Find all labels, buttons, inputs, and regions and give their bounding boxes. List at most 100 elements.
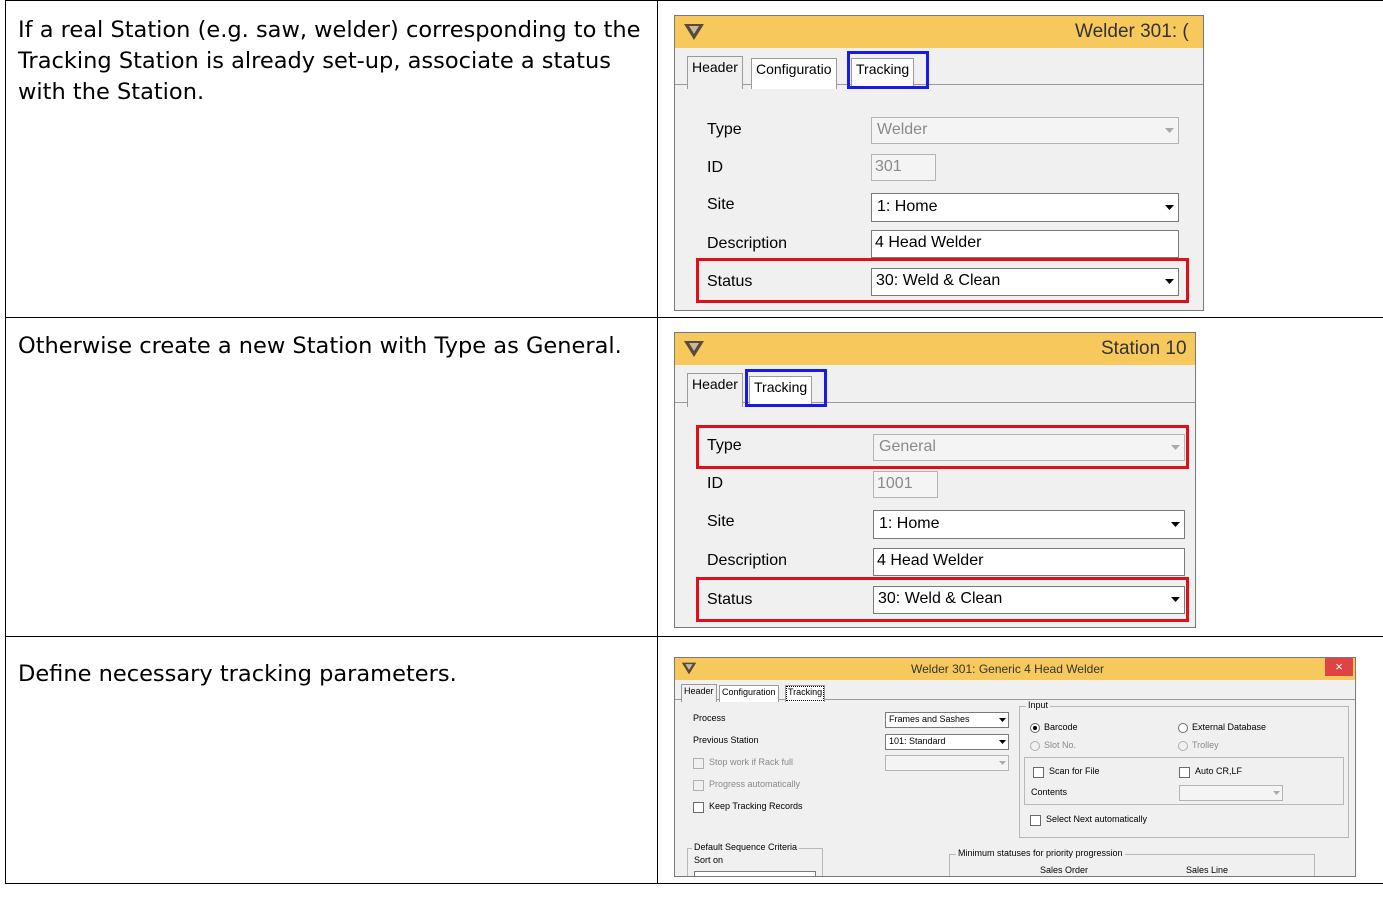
- id-label: ID: [707, 475, 723, 492]
- chevron-down-icon[interactable]: [1166, 511, 1184, 538]
- slot-no-radio[interactable]: [1030, 741, 1040, 751]
- app-logo-icon: [683, 22, 705, 47]
- tab-configuration[interactable]: Configuratio: [751, 58, 837, 89]
- id-label: ID: [707, 159, 723, 176]
- app-logo-icon: [681, 661, 697, 681]
- chevron-down-icon[interactable]: [996, 756, 1008, 770]
- process-label: Process: [693, 713, 726, 723]
- tab-strip: Header Configuratio Tracking: [675, 54, 1203, 89]
- progress-auto-label: Progress automatically: [709, 779, 801, 789]
- description-field[interactable]: 4 Head Welder: [871, 230, 1179, 258]
- stop-work-checkbox[interactable]: [693, 758, 704, 769]
- min-status-group: Minimum statuses for priority progressio…: [949, 848, 1315, 876]
- tracking-tab-highlight: [745, 369, 827, 407]
- previous-station-label: Previous Station: [693, 735, 759, 745]
- status-highlight: [696, 577, 1189, 622]
- id-value: 1001: [877, 475, 913, 492]
- tab-configuration[interactable]: Configuration: [719, 685, 779, 702]
- close-icon: ×: [1335, 659, 1343, 674]
- stop-work-label: Stop work if Rack full: [709, 757, 794, 767]
- instruction-text: Otherwise create a new Station with Type…: [18, 333, 622, 359]
- input-group: Input Barcode External Database Slot No.…: [1019, 700, 1349, 838]
- instruction-text: If a real Station (e.g. saw, welder) cor…: [18, 17, 641, 105]
- select-next-checkbox[interactable]: [1030, 815, 1041, 826]
- chevron-down-icon[interactable]: [1270, 786, 1282, 800]
- description-field[interactable]: 4 Head Welder: [873, 548, 1185, 576]
- table-row: If a real Station (e.g. saw, welder) cor…: [5, 0, 1383, 318]
- document-table: If a real Station (e.g. saw, welder) cor…: [5, 0, 1383, 884]
- slot-no-label: Slot No.: [1044, 740, 1077, 750]
- instruction-text: Define necessary tracking parameters.: [18, 661, 457, 687]
- window-title: Welder 301: (: [1075, 21, 1189, 42]
- column-divider: [657, 1, 658, 317]
- sales-order-label: Sales Order: [1040, 865, 1089, 875]
- process-value: Frames and Sashes: [889, 714, 970, 724]
- close-button[interactable]: ×: [1325, 658, 1353, 676]
- site-select[interactable]: 1: Home: [873, 510, 1185, 539]
- table-row: Otherwise create a new Station with Type…: [5, 317, 1383, 637]
- tab-tracking[interactable]: Tracking: [785, 685, 826, 702]
- keep-records-label: Keep Tracking Records: [709, 801, 803, 811]
- external-db-radio[interactable]: [1178, 723, 1188, 733]
- trolley-label: Trolley: [1192, 740, 1219, 750]
- default-sequence-group: Default Sequence Criteria Sort on: [687, 842, 823, 876]
- contents-label: Contents: [1031, 787, 1068, 797]
- id-value: 301: [875, 158, 902, 175]
- description-label: Description: [707, 552, 788, 569]
- description-label: Description: [707, 235, 788, 252]
- window-titlebar: Welder 301: (: [675, 16, 1203, 48]
- table-row: Define necessary tracking parameters. We…: [5, 637, 1383, 884]
- site-value: 1: Home: [879, 515, 940, 532]
- scan-for-file-checkbox[interactable]: [1033, 767, 1044, 778]
- window-title: Welder 301: Generic 4 Head Welder: [911, 662, 1104, 676]
- tab-strip: Header Configuration Tracking: [675, 682, 1355, 702]
- chevron-down-icon[interactable]: [996, 713, 1008, 727]
- window-titlebar: Station 10: [675, 333, 1195, 365]
- type-label: Type: [707, 121, 742, 138]
- input-group-title: Input: [1026, 700, 1051, 710]
- default-sequence-title: Default Sequence Criteria: [692, 842, 800, 852]
- auto-crlf-label: Auto CR,LF: [1195, 766, 1243, 776]
- tab-header[interactable]: Header: [687, 373, 743, 407]
- auto-crlf-checkbox[interactable]: [1179, 767, 1190, 778]
- trolley-radio[interactable]: [1178, 741, 1188, 751]
- chevron-down-icon[interactable]: [1160, 194, 1178, 221]
- progress-auto-checkbox[interactable]: [693, 780, 704, 791]
- window-titlebar: Welder 301: Generic 4 Head Welder ×: [675, 658, 1355, 680]
- site-select[interactable]: 1: Home: [871, 193, 1179, 222]
- column-divider: [657, 317, 658, 636]
- previous-station-value: 101: Standard: [889, 736, 946, 746]
- tracking-tab-highlight: [847, 51, 929, 89]
- barcode-radio[interactable]: [1030, 723, 1040, 733]
- site-label: Site: [707, 196, 735, 213]
- chevron-down-icon[interactable]: [996, 735, 1008, 749]
- status-highlight: [696, 258, 1189, 303]
- chevron-down-icon[interactable]: [1160, 118, 1178, 143]
- tab-header[interactable]: Header: [687, 56, 743, 89]
- external-db-label: External Database: [1192, 722, 1267, 732]
- station-window-screenshot: Welder 301: ( Header Configuratio Tracki…: [674, 15, 1204, 311]
- contents-select[interactable]: [1179, 785, 1283, 801]
- id-field[interactable]: 301: [871, 154, 936, 181]
- site-label: Site: [707, 513, 735, 530]
- scan-for-file-label: Scan for File: [1049, 766, 1100, 776]
- select-next-label: Select Next automatically: [1046, 814, 1148, 824]
- rack-select[interactable]: [885, 755, 1009, 771]
- type-highlight: [696, 425, 1189, 469]
- sort-on-label: Sort on: [694, 855, 724, 865]
- tab-header[interactable]: Header: [681, 684, 717, 702]
- sales-line-label: Sales Line: [1186, 865, 1229, 875]
- sort-on-select[interactable]: [694, 871, 816, 876]
- station-window-screenshot: Station 10 Header Tracking Type General …: [674, 332, 1196, 628]
- window-title: Station 10: [1101, 338, 1187, 359]
- barcode-label: Barcode: [1044, 722, 1078, 732]
- id-field[interactable]: 1001: [873, 471, 938, 498]
- previous-station-select[interactable]: 101: Standard: [885, 734, 1009, 750]
- column-divider: [657, 637, 658, 883]
- type-select[interactable]: Welder: [871, 117, 1179, 144]
- scan-group: Scan for File Auto CR,LF Contents: [1024, 757, 1344, 805]
- type-value: Welder: [877, 121, 928, 138]
- process-select[interactable]: Frames and Sashes: [885, 712, 1009, 728]
- keep-records-checkbox[interactable]: [693, 802, 704, 813]
- site-value: 1: Home: [877, 198, 938, 215]
